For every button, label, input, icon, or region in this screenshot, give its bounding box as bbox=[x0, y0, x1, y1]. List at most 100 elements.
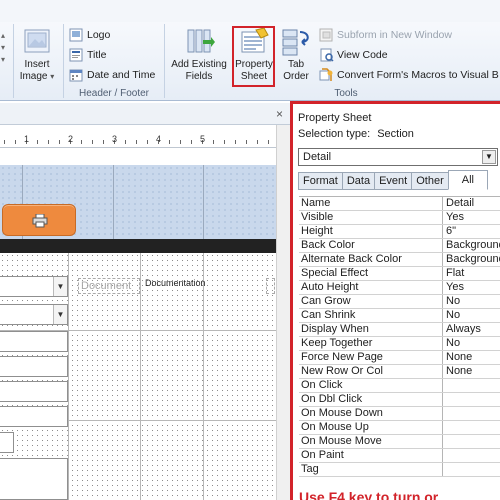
tab-other[interactable]: Other bbox=[411, 172, 448, 190]
property-row[interactable]: Keep Together No bbox=[299, 337, 500, 351]
property-row[interactable]: On Mouse Down bbox=[299, 407, 500, 421]
property-value[interactable]: No bbox=[443, 295, 500, 308]
property-name: Back Color bbox=[299, 239, 443, 252]
logo-label: Logo bbox=[87, 29, 111, 41]
ribbon: ▴ ▾ ▾ Insert Image ▾ Logo Title Date and… bbox=[0, 0, 500, 101]
property-name: Alternate Back Color bbox=[299, 253, 443, 266]
tab-data[interactable]: Data bbox=[341, 172, 375, 190]
property-value[interactable] bbox=[443, 435, 500, 448]
detail-section-bar[interactable] bbox=[0, 239, 276, 253]
date-time-button[interactable]: Date and Time bbox=[69, 67, 155, 83]
property-row[interactable]: Force New Page None bbox=[299, 351, 500, 365]
print-command-button[interactable] bbox=[2, 204, 76, 236]
text-box[interactable] bbox=[0, 458, 68, 500]
property-value[interactable] bbox=[443, 449, 500, 462]
vertical-scrollbar[interactable] bbox=[276, 125, 290, 500]
property-row[interactable]: Tag bbox=[299, 463, 500, 477]
text-box[interactable] bbox=[0, 406, 68, 427]
property-value[interactable]: Flat bbox=[443, 267, 500, 280]
property-row[interactable]: On Mouse Up bbox=[299, 421, 500, 435]
property-value[interactable] bbox=[443, 407, 500, 420]
property-value[interactable]: No bbox=[443, 337, 500, 350]
property-row[interactable]: Auto Height Yes bbox=[299, 281, 500, 295]
tab-event[interactable]: Event bbox=[374, 172, 412, 190]
documentation-field[interactable]: Documentation bbox=[145, 278, 265, 294]
insert-image-button[interactable]: Insert Image ▾ bbox=[16, 27, 58, 83]
property-value[interactable] bbox=[443, 379, 500, 392]
property-value[interactable]: None bbox=[443, 351, 500, 364]
property-value[interactable] bbox=[443, 463, 500, 476]
property-row[interactable]: Back Color Background bbox=[299, 239, 500, 253]
text-box[interactable] bbox=[0, 381, 68, 402]
tab-order-label-2: Order bbox=[283, 71, 309, 82]
property-row[interactable]: Name Detail bbox=[299, 197, 500, 211]
text-box[interactable] bbox=[0, 356, 68, 377]
property-value[interactable] bbox=[443, 393, 500, 406]
property-value[interactable] bbox=[443, 421, 500, 434]
property-row[interactable]: Display When Always bbox=[299, 323, 500, 337]
property-value[interactable]: Detail bbox=[443, 197, 500, 210]
property-value[interactable]: Yes bbox=[443, 281, 500, 294]
property-row[interactable]: On Dbl Click bbox=[299, 393, 500, 407]
property-value[interactable]: No bbox=[443, 309, 500, 322]
property-value[interactable]: 6" bbox=[443, 225, 500, 238]
property-value[interactable]: Yes bbox=[443, 211, 500, 224]
convert-macros-icon bbox=[319, 68, 333, 81]
ruler-tick bbox=[169, 140, 170, 144]
property-value[interactable]: None bbox=[443, 365, 500, 378]
group-separator bbox=[13, 24, 14, 98]
chevron-down-icon: ▾ bbox=[50, 72, 55, 81]
property-row[interactable]: Visible Yes bbox=[299, 211, 500, 225]
add-existing-fields-button[interactable]: Add Existing Fields bbox=[166, 27, 232, 83]
logo-button[interactable]: Logo bbox=[69, 27, 110, 43]
text-box[interactable] bbox=[0, 432, 14, 453]
property-value[interactable]: Background bbox=[443, 253, 500, 266]
logo-icon bbox=[69, 28, 83, 42]
chevron-down-icon[interactable]: ▼ bbox=[53, 277, 67, 296]
property-row[interactable]: Height 6" bbox=[299, 225, 500, 239]
view-code-button[interactable]: View Code bbox=[319, 47, 388, 63]
property-row[interactable]: Can Shrink No bbox=[299, 309, 500, 323]
title-label: Title bbox=[87, 49, 107, 61]
convert-macros-button[interactable]: Convert Form's Macros to Visual B bbox=[319, 67, 499, 83]
combo-box[interactable]: ▼ bbox=[0, 304, 68, 325]
add-existing-fields-label-1: Add Existing bbox=[171, 59, 227, 70]
property-name: Force New Page bbox=[299, 351, 443, 364]
tab-format[interactable]: Format bbox=[298, 172, 342, 190]
property-name: New Row Or Col bbox=[299, 365, 443, 378]
property-row[interactable]: Alternate Back Color Background bbox=[299, 253, 500, 267]
ribbon-scroll-arrows[interactable]: ▴ ▾ ▾ bbox=[1, 30, 11, 70]
insert-image-label-2: Image bbox=[19, 71, 48, 82]
property-sheet-title: Property Sheet bbox=[298, 112, 372, 124]
property-row[interactable]: Can Grow No bbox=[299, 295, 500, 309]
text-box[interactable] bbox=[0, 331, 68, 352]
property-row[interactable]: On Click bbox=[299, 379, 500, 393]
property-value[interactable]: Background bbox=[443, 239, 500, 252]
close-icon[interactable]: × bbox=[276, 107, 283, 121]
tools-group-label: Tools bbox=[334, 88, 358, 99]
combo-box[interactable]: ▼ bbox=[0, 276, 68, 297]
chevron-down-icon[interactable]: ▼ bbox=[482, 150, 496, 164]
date-time-label: Date and Time bbox=[87, 69, 156, 81]
ribbon-top-band bbox=[0, 0, 500, 22]
property-row[interactable]: New Row Or Col None bbox=[299, 365, 500, 379]
chevron-down-icon[interactable]: ▼ bbox=[53, 305, 67, 324]
property-name: Can Grow bbox=[299, 295, 443, 308]
subform-new-window-button[interactable]: Subform in New Window bbox=[319, 27, 452, 43]
object-selector-dropdown[interactable]: Detail ▼ bbox=[298, 148, 498, 166]
title-button[interactable]: Title bbox=[69, 47, 106, 63]
tab-order-icon bbox=[282, 29, 309, 56]
property-tabs: Format Data Event Other All bbox=[298, 170, 488, 190]
property-value[interactable]: Always bbox=[443, 323, 500, 336]
property-name: On Paint bbox=[299, 449, 443, 462]
document-label[interactable]: Document bbox=[78, 278, 140, 294]
selection-type-value: Section bbox=[377, 128, 414, 140]
property-name: Tag bbox=[299, 463, 443, 476]
property-row[interactable]: On Mouse Move bbox=[299, 435, 500, 449]
property-row[interactable]: On Paint bbox=[299, 449, 500, 463]
tab-all[interactable]: All bbox=[447, 170, 488, 190]
property-name: On Mouse Move bbox=[299, 435, 443, 448]
property-row[interactable]: Special Effect Flat bbox=[299, 267, 500, 281]
tab-order-button[interactable]: Tab Order bbox=[277, 27, 315, 83]
field-selection-handle[interactable] bbox=[266, 278, 275, 294]
